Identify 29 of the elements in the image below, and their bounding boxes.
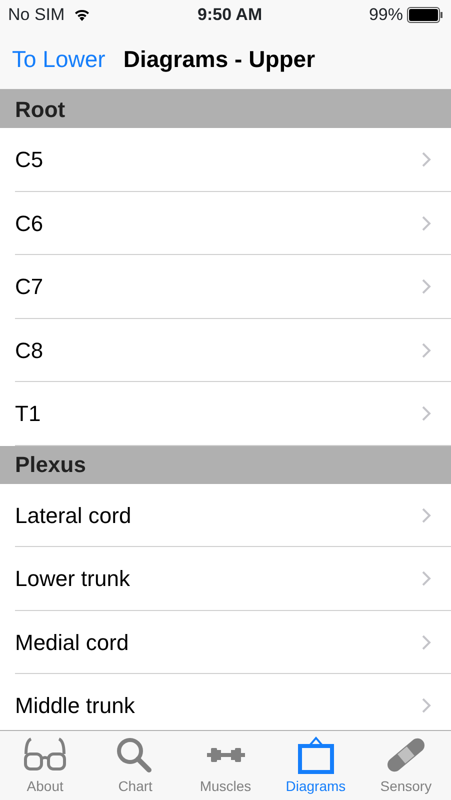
row-label: Lower trunk xyxy=(15,565,130,594)
screen-title: Diagrams - Upper xyxy=(123,45,316,74)
list-row[interactable]: C6 xyxy=(0,192,451,255)
row-label: C5 xyxy=(15,146,44,174)
section-header: Root xyxy=(0,90,451,128)
list-row[interactable]: Lower trunk xyxy=(0,547,451,610)
section-header: Plexus xyxy=(0,446,451,484)
carrier-label: No SIM xyxy=(8,4,65,26)
back-button[interactable]: To Lower xyxy=(12,42,106,77)
tab-button[interactable]: Sensory xyxy=(360,731,451,800)
row-label: Medial cord xyxy=(15,628,129,657)
tab-button[interactable]: About xyxy=(0,731,90,800)
tab-button[interactable]: Diagrams xyxy=(270,731,361,800)
list-row[interactable]: C7 xyxy=(0,255,451,318)
row-label: Lateral cord xyxy=(15,502,132,530)
list-row[interactable]: Medial cord xyxy=(0,610,451,674)
list-row[interactable]: Lateral cord xyxy=(0,484,451,547)
row-label: C6 xyxy=(15,210,44,238)
row-label: C7 xyxy=(15,273,44,302)
tab-button[interactable]: Muscles xyxy=(180,731,271,800)
row-label: Middle trunk xyxy=(15,692,135,720)
time-label: 9:50 AM xyxy=(198,4,262,26)
battery-label: 99% xyxy=(368,4,403,26)
row-label: T1 xyxy=(15,400,41,428)
list-row[interactable]: C8 xyxy=(0,318,451,382)
row-label: C8 xyxy=(15,336,44,365)
list-row[interactable]: C5 xyxy=(0,128,451,192)
tab-button[interactable]: Chart xyxy=(90,731,180,800)
list-row[interactable]: T1 xyxy=(0,382,451,446)
